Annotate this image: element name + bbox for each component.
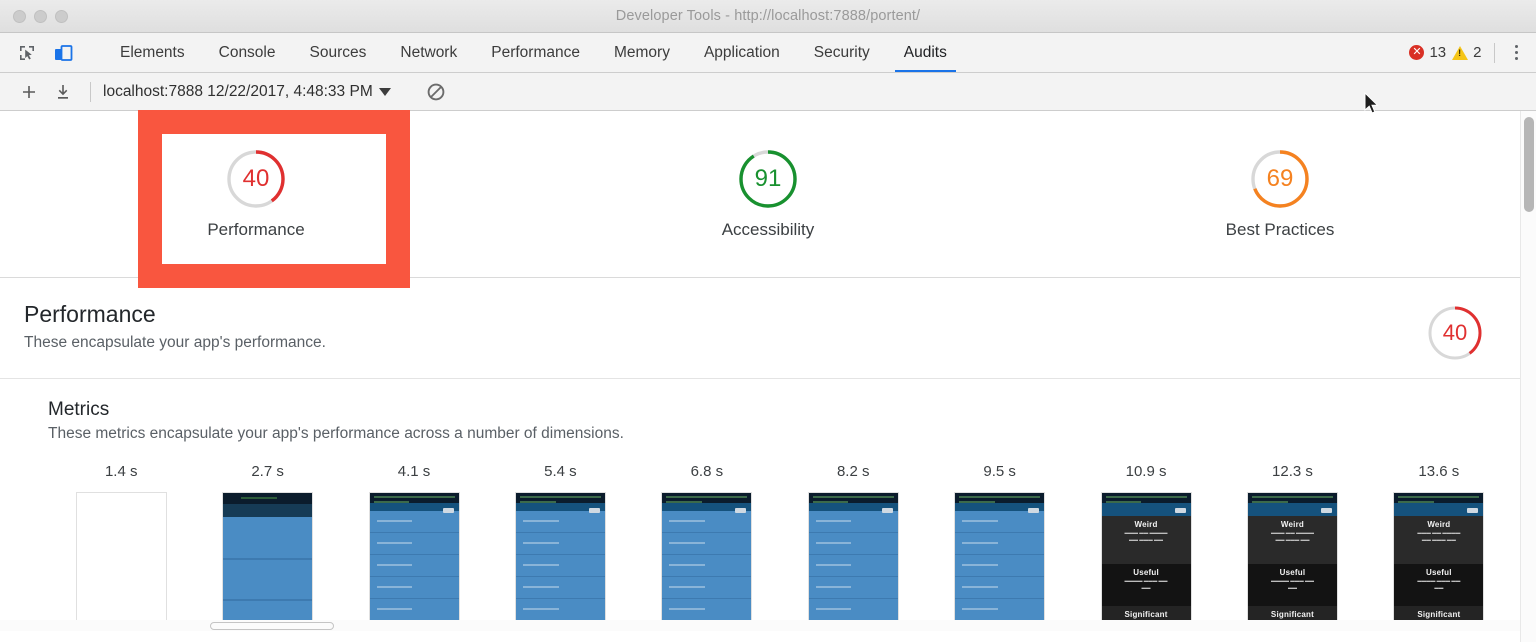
audit-report-selector[interactable]: localhost:7888 12/22/2017, 4:48:33 PM — [103, 83, 391, 101]
filmstrip: 1.4 s 2.7 s 4.1 s 5.4 s 6.8 s 8.2 s 9.5 … — [48, 463, 1512, 631]
performance-section-header: Performance These encapsulate your app's… — [0, 278, 1536, 379]
tab-memory[interactable]: Memory — [597, 33, 687, 72]
tab-security[interactable]: Security — [797, 33, 887, 72]
tab-label: Memory — [613, 43, 670, 61]
tab-performance[interactable]: Performance — [474, 33, 597, 72]
devtools-tabs: Elements Console Sources Network Perform… — [103, 33, 964, 72]
tab-network[interactable]: Network — [383, 33, 474, 72]
frame-timestamp: 13.6 s — [1418, 463, 1460, 480]
window-titlebar: Developer Tools - http://localhost:7888/… — [0, 0, 1536, 33]
audits-toolbar-divider — [90, 81, 91, 102]
frame-timestamp: 5.4 s — [544, 463, 577, 480]
frame-thumbnail[interactable] — [954, 492, 1046, 631]
audit-report-content: Performance These encapsulate your app's… — [0, 278, 1536, 631]
horizontal-scrollbar[interactable] — [0, 620, 1520, 631]
warning-badge[interactable]: 2 — [1452, 44, 1482, 61]
filmstrip-frame[interactable]: 13.6 s Weird ▬▬▬ ▬▬ ▬▬▬▬ ▬▬ ▬▬▬ ▬▬ Useful ▬▬… — [1366, 463, 1512, 631]
frame-thumbnail[interactable]: Weird ▬▬▬ ▬▬ ▬▬▬▬ ▬▬ ▬▬▬ ▬▬ Useful ▬▬▬▬ ▬▬▬ … — [1246, 492, 1338, 631]
frame-timestamp: 10.9 s — [1125, 463, 1167, 480]
tab-label: Application — [703, 43, 780, 61]
vertical-scrollbar-thumb[interactable] — [1524, 117, 1534, 212]
audit-report-selector-label: localhost:7888 12/22/2017, 4:48:33 PM — [103, 82, 373, 100]
frame-thumbnail[interactable] — [75, 492, 167, 631]
section-score-gauge: 40 — [1426, 304, 1484, 362]
metrics-subtitle: These metrics encapsulate your app's per… — [48, 425, 624, 442]
inspect-element-icon[interactable] — [14, 40, 40, 66]
new-audit-icon[interactable] — [14, 77, 44, 107]
frame-thumbnail[interactable] — [222, 492, 314, 631]
tabbar-right-divider — [1493, 42, 1495, 63]
error-badge[interactable]: ✕ 13 — [1409, 44, 1446, 61]
section-score-value: 40 — [1442, 320, 1468, 345]
tab-label: Sources — [309, 43, 367, 61]
clear-all-icon[interactable] — [421, 77, 451, 107]
filmstrip-frame[interactable]: 5.4 s — [487, 463, 633, 631]
filmstrip-frame[interactable]: 8.2 s — [780, 463, 926, 631]
audits-toolbar: localhost:7888 12/22/2017, 4:48:33 PM — [0, 73, 1536, 111]
score-card-accessibility[interactable]: 91 Accessibility — [512, 148, 1024, 240]
error-icon: ✕ — [1409, 45, 1425, 60]
frame-timestamp: 12.3 s — [1272, 463, 1313, 480]
frame-thumbnail[interactable] — [514, 492, 606, 631]
tabbar-left-icons — [0, 33, 103, 72]
section-title: Performance — [24, 301, 156, 327]
performance-gauge: 40 — [225, 148, 287, 210]
frame-timestamp: 1.4 s — [104, 463, 138, 480]
tab-label: Security — [813, 43, 870, 61]
devtools-tabbar: Elements Console Sources Network Perform… — [0, 33, 1536, 73]
tabbar-right-cluster: ✕ 13 2 — [1409, 33, 1536, 72]
accessibility-gauge: 91 — [737, 148, 799, 210]
filmstrip-frame[interactable]: 10.9 s Weird ▬▬▬ ▬▬ ▬▬▬▬ ▬▬ ▬▬▬ ▬▬ Useful ▬▬… — [1073, 463, 1219, 631]
frame-timestamp: 4.1 s — [397, 463, 431, 480]
score-card-performance[interactable]: 40 Performance — [0, 148, 512, 240]
tab-label: Elements — [120, 43, 185, 61]
frame-timestamp: 8.2 s — [836, 463, 870, 480]
metrics-title: Metrics — [48, 399, 110, 420]
performance-score-value: 40 — [242, 165, 270, 192]
best-practices-score-value: 69 — [1266, 165, 1294, 192]
frame-thumbnail[interactable]: Weird ▬▬▬ ▬▬ ▬▬▬▬ ▬▬ ▬▬▬ ▬▬ Useful ▬▬▬▬ ▬▬▬ … — [1393, 492, 1485, 631]
tab-console[interactable]: Console — [202, 33, 293, 72]
kebab-menu-icon[interactable] — [1507, 39, 1527, 67]
audit-scores-strip: 40 Performance 91 Accessibility 69 Best … — [0, 111, 1536, 278]
tab-sources[interactable]: Sources — [293, 33, 384, 72]
frame-timestamp: 2.7 s — [251, 463, 284, 480]
window-title: Developer Tools - http://localhost:7888/… — [615, 8, 921, 24]
filmstrip-frame[interactable]: 9.5 s — [926, 463, 1072, 631]
warning-count: 2 — [1473, 44, 1482, 61]
accessibility-score-value: 91 — [754, 165, 782, 192]
tab-label: Performance — [491, 43, 580, 61]
filmstrip-frame[interactable]: 2.7 s — [194, 463, 340, 631]
section-subtitle: These encapsulate your app's performance… — [24, 333, 326, 351]
frame-thumbnail[interactable] — [368, 492, 460, 631]
accessibility-score-label: Accessibility — [721, 220, 815, 239]
frame-thumbnail[interactable] — [661, 492, 753, 631]
chevron-down-icon — [378, 87, 391, 96]
filmstrip-frame[interactable]: 1.4 s — [48, 463, 194, 631]
tab-label: Audits — [903, 43, 947, 61]
tab-label: Console — [218, 43, 276, 61]
filmstrip-frame[interactable]: 4.1 s — [341, 463, 487, 631]
performance-score-label: Performance — [207, 220, 305, 239]
best-practices-score-label: Best Practices — [1225, 220, 1335, 239]
tab-audits[interactable]: Audits — [887, 33, 964, 72]
filmstrip-frame[interactable]: 6.8 s — [634, 463, 780, 631]
tab-label: Network — [400, 43, 458, 61]
warning-icon — [1452, 45, 1469, 60]
import-audit-icon[interactable] — [48, 77, 78, 107]
frame-thumbnail[interactable] — [807, 492, 899, 631]
frame-timestamp: 6.8 s — [690, 463, 724, 480]
frame-timestamp: 9.5 s — [983, 463, 1016, 480]
horizontal-scrollbar-thumb[interactable] — [210, 622, 334, 630]
frame-thumbnail[interactable]: Weird ▬▬▬ ▬▬ ▬▬▬▬ ▬▬ ▬▬▬ ▬▬ Useful ▬▬▬▬ ▬▬▬ … — [1100, 492, 1192, 631]
device-toolbar-icon[interactable] — [50, 40, 76, 66]
error-count: 13 — [1429, 44, 1447, 61]
vertical-scrollbar[interactable] — [1520, 111, 1536, 642]
score-card-best-practices[interactable]: 69 Best Practices — [1024, 148, 1536, 240]
metrics-section: Metrics These metrics encapsulate your a… — [0, 379, 1536, 631]
tab-elements[interactable]: Elements — [103, 33, 202, 72]
filmstrip-frame[interactable]: 12.3 s Weird ▬▬▬ ▬▬ ▬▬▬▬ ▬▬ ▬▬▬ ▬▬ Useful ▬▬… — [1219, 463, 1365, 631]
best-practices-gauge: 69 — [1249, 148, 1311, 210]
tab-application[interactable]: Application — [687, 33, 797, 72]
